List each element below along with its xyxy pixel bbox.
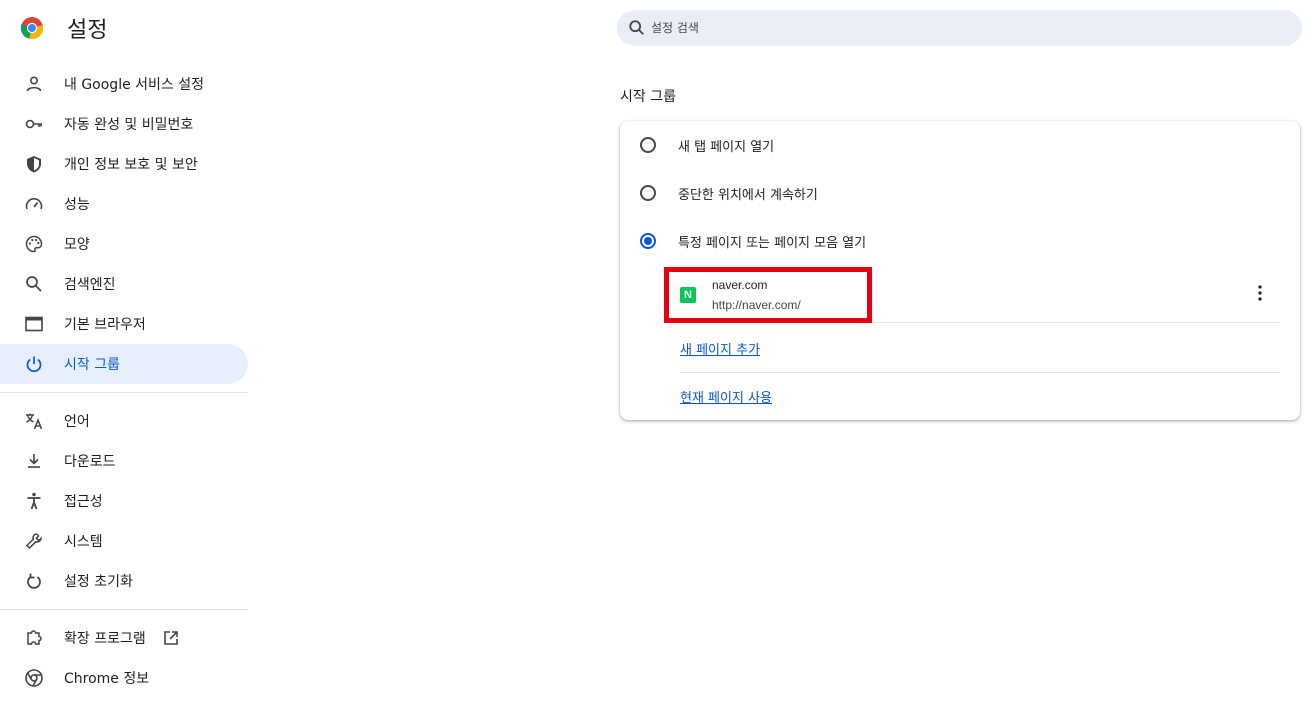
accessibility-icon: [23, 490, 45, 512]
sidebar-item-label: 성능: [64, 197, 90, 213]
person-icon: [23, 73, 45, 95]
search-icon: [23, 273, 45, 295]
sidebar-item-accessibility[interactable]: 접근성: [0, 481, 248, 521]
use-current-pages-link[interactable]: 현재 페이지 사용: [680, 387, 772, 406]
browser-window-icon: [23, 313, 45, 335]
sidebar-item-search-engine[interactable]: 검색엔진: [0, 264, 248, 304]
startup-page-entry: N naver.com http://naver.com/: [664, 267, 1280, 323]
option-specific-pages[interactable]: 특정 페이지 또는 페이지 모음 열기: [640, 227, 866, 255]
section-title: 시작 그룹: [620, 89, 676, 105]
sidebar-item-label: 기본 브라우저: [64, 317, 146, 333]
radio-specific-pages[interactable]: [640, 233, 656, 249]
sidebar-item-label: 자동 완성 및 비밀번호: [64, 117, 194, 133]
sidebar-item-performance[interactable]: 성능: [0, 184, 248, 224]
search-icon: [627, 18, 647, 38]
sidebar-item-label: 내 Google 서비스 설정: [64, 77, 204, 93]
sidebar-item-privacy[interactable]: 개인 정보 보호 및 보안: [0, 144, 248, 184]
sidebar-item-extensions[interactable]: 확장 프로그램: [0, 618, 248, 658]
power-icon: [23, 353, 45, 375]
search-bar[interactable]: [617, 10, 1302, 46]
sidebar-item-label: 접근성: [64, 494, 103, 510]
option-continue[interactable]: 중단한 위치에서 계속하기: [640, 179, 818, 207]
sidebar-item-system[interactable]: 시스템: [0, 521, 248, 561]
external-link-icon: [162, 629, 180, 647]
reset-icon: [23, 570, 45, 592]
radio-new-tab[interactable]: [640, 137, 656, 153]
sidebar-item-about-chrome[interactable]: Chrome 정보: [0, 658, 248, 698]
sidebar-item-label: 검색엔진: [64, 277, 116, 293]
sidebar-item-appearance[interactable]: 모양: [0, 224, 248, 264]
sidebar-divider: [0, 609, 248, 610]
download-icon: [23, 450, 45, 472]
search-input[interactable]: [651, 21, 1251, 35]
settings-app: 설정 내 Google 서비스 설정 자동 완성 및 비밀번호 개인 정보 보호…: [0, 0, 1310, 704]
option-label: 특정 페이지 또는 페이지 모음 열기: [678, 235, 867, 251]
chrome-icon: [23, 667, 45, 689]
radio-continue[interactable]: [640, 185, 656, 201]
sidebar-item-label: Chrome 정보: [64, 671, 150, 687]
startup-options-card: 새 탭 페이지 열기 중단한 위치에서 계속하기 특정 페이지 또는 페이지 모…: [620, 121, 1300, 420]
page-url: http://naver.com/: [712, 298, 801, 312]
more-actions-button[interactable]: [1250, 281, 1270, 309]
option-label: 새 탭 페이지 열기: [678, 139, 775, 155]
sidebar-item-on-startup[interactable]: 시작 그룹: [0, 344, 248, 384]
sidebar-item-label: 시스템: [64, 534, 103, 550]
link-divider: [680, 372, 1280, 373]
option-new-tab[interactable]: 새 탭 페이지 열기: [640, 131, 774, 159]
sidebar-item-label: 언어: [64, 414, 90, 430]
sidebar-item-downloads[interactable]: 다운로드: [0, 441, 248, 481]
add-new-page-link[interactable]: 새 페이지 추가: [680, 339, 760, 358]
shield-icon: [23, 153, 45, 175]
naver-favicon: N: [680, 287, 696, 303]
speedometer-icon: [23, 193, 45, 215]
sidebar-divider: [0, 392, 248, 393]
sidebar-item-label: 설정 초기화: [64, 574, 133, 590]
page-name: naver.com: [712, 278, 768, 292]
translate-icon: [23, 410, 45, 432]
sidebar-item-autofill[interactable]: 자동 완성 및 비밀번호: [0, 104, 248, 144]
sidebar-item-google-services[interactable]: 내 Google 서비스 설정: [0, 64, 248, 104]
sidebar-item-languages[interactable]: 언어: [0, 401, 248, 441]
sidebar-item-label: 개인 정보 보호 및 보안: [64, 157, 198, 173]
sidebar-item-label: 확장 프로그램: [64, 631, 146, 647]
puzzle-icon: [23, 627, 45, 649]
more-vert-icon: [1258, 285, 1262, 305]
palette-icon: [23, 233, 45, 255]
sidebar-item-label: 시작 그룹: [64, 357, 120, 373]
chrome-logo-icon: [20, 16, 44, 40]
page-title: 설정: [67, 18, 108, 43]
sidebar-item-label: 다운로드: [64, 454, 116, 470]
wrench-icon: [23, 530, 45, 552]
key-icon: [23, 113, 45, 135]
sidebar: 내 Google 서비스 설정 자동 완성 및 비밀번호 개인 정보 보호 및 …: [0, 64, 250, 698]
sidebar-item-label: 모양: [64, 237, 90, 253]
sidebar-item-reset[interactable]: 설정 초기화: [0, 561, 248, 601]
sidebar-item-default-browser[interactable]: 기본 브라우저: [0, 304, 248, 344]
option-label: 중단한 위치에서 계속하기: [678, 187, 818, 203]
